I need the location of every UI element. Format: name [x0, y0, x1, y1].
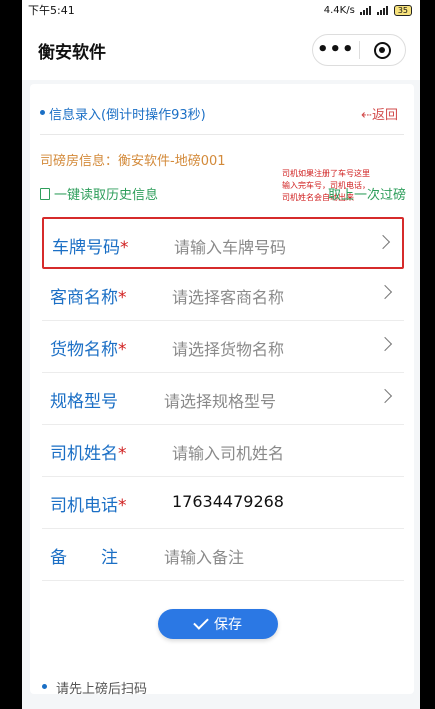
form-card: 信息录入(倒计时操作93秒) ⇠返回 司磅房信息：衡安软件-地磅001 司机如果…	[30, 84, 414, 697]
close-target-button[interactable]	[359, 41, 405, 59]
chevron-right-icon	[377, 284, 393, 300]
battery-icon: 35	[393, 4, 412, 16]
status-indicators: 4.4K/s 35	[323, 4, 412, 16]
customer-field[interactable]: 客商名称* 请选择客商名称	[42, 269, 404, 321]
plate-number-field[interactable]: 车牌号码* 请输入车牌号码	[42, 217, 404, 269]
field-label: 客商名称*	[50, 288, 127, 308]
field-label: 司机电话*	[50, 496, 127, 516]
check-icon	[193, 614, 209, 630]
divider	[40, 134, 404, 135]
driver-phone-field[interactable]: 司机电话* 17634479268	[42, 477, 404, 529]
back-button[interactable]: ⇠返回	[361, 104, 398, 123]
signal-icon	[359, 5, 372, 15]
footer-tip-label: 请先上磅后扫码	[56, 682, 148, 697]
remarks-input[interactable]: 请输入备注	[164, 544, 244, 568]
target-icon	[373, 41, 391, 59]
save-button[interactable]: 保存	[158, 609, 278, 639]
more-dots-icon[interactable]: •••	[313, 41, 359, 59]
plate-number-input[interactable]: 请输入车牌号码	[174, 234, 286, 258]
bullet-icon	[40, 110, 45, 115]
nav-bar: 衡安软件 •••	[22, 20, 420, 80]
driver-phone-input[interactable]: 17634479268	[172, 492, 284, 511]
phone-screen: 下午5:41 4.4K/s 35 衡安软件 ••• 信息录入(倒计时操作93秒)…	[22, 0, 420, 709]
driver-name-input[interactable]: 请输入司机姓名	[172, 440, 284, 464]
spec-field[interactable]: 规格型号 请选择规格型号	[42, 373, 404, 425]
field-label: 规格型号	[50, 392, 118, 412]
info-header: 信息录入(倒计时操作93秒) ⇠返回	[40, 104, 402, 123]
field-label: 车牌号码*	[52, 238, 129, 258]
read-history-button[interactable]: 一键读取历史信息	[40, 184, 158, 203]
field-label: 司机姓名*	[50, 444, 127, 464]
read-history-label: 一键读取历史信息	[54, 188, 159, 203]
weigh-room-info: 司磅房信息：衡安软件-地磅001	[40, 154, 226, 169]
chevron-right-icon	[377, 336, 393, 352]
save-label: 保存	[214, 617, 242, 633]
field-label: 备 注	[50, 548, 118, 568]
info-label: 信息录入(倒计时操作93秒)	[49, 108, 206, 123]
footer-tip: 请先上磅后扫码	[42, 678, 147, 697]
status-time: 下午5:41	[28, 4, 75, 17]
goods-select[interactable]: 请选择货物名称	[172, 336, 284, 360]
app-title: 衡安软件	[38, 43, 106, 63]
remarks-field[interactable]: 备 注 请输入备注	[42, 529, 404, 581]
document-icon	[40, 187, 50, 200]
status-bar: 下午5:41 4.4K/s 35	[22, 0, 420, 20]
bullet-icon	[42, 684, 47, 689]
driver-name-field[interactable]: 司机姓名* 请输入司机姓名	[42, 425, 404, 477]
miniprogram-capsule: •••	[312, 34, 406, 66]
chevron-right-icon	[375, 234, 391, 250]
spec-select[interactable]: 请选择规格型号	[164, 388, 276, 412]
chevron-right-icon	[377, 388, 393, 404]
customer-select[interactable]: 请选择客商名称	[172, 284, 284, 308]
goods-field[interactable]: 货物名称* 请选择货物名称	[42, 321, 404, 373]
field-label: 货物名称*	[50, 340, 127, 360]
signal-icon-2	[376, 5, 389, 15]
network-speed: 4.4K/s	[323, 4, 355, 16]
last-weigh-button[interactable]: 取上一次过磅	[328, 184, 406, 203]
